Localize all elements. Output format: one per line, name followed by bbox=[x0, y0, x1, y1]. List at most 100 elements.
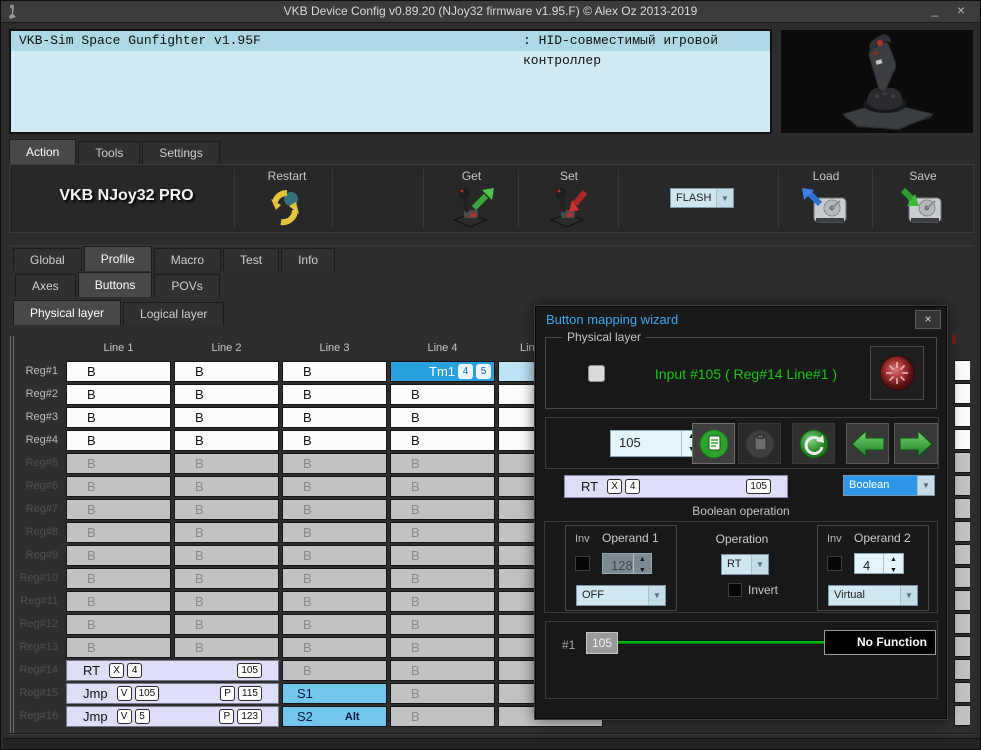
operand2-mode-select[interactable]: Virtual ▼ bbox=[828, 585, 918, 606]
button-cell[interactable]: B bbox=[390, 660, 495, 681]
mapping-summary-bar[interactable]: RT X 4 105 bbox=[564, 475, 788, 498]
button-cell[interactable]: B bbox=[390, 453, 495, 474]
invert-checkbox[interactable] bbox=[728, 583, 742, 597]
button-cell[interactable]: B bbox=[174, 522, 279, 543]
button-cell[interactable]: B bbox=[282, 499, 387, 520]
button-cell[interactable]: B bbox=[390, 430, 495, 451]
button-cell[interactable]: B bbox=[66, 591, 171, 612]
tab-info[interactable]: Info bbox=[281, 248, 335, 271]
tab-buttons[interactable]: Buttons bbox=[78, 272, 153, 297]
hidden-column-cell[interactable] bbox=[954, 383, 970, 404]
button-cell[interactable]: B bbox=[282, 614, 387, 635]
operand1-mode-select[interactable]: OFF ▼ bbox=[576, 585, 666, 606]
button-cell[interactable]: B bbox=[390, 545, 495, 566]
hidden-column-cell[interactable] bbox=[954, 498, 970, 519]
operand2-inv-checkbox[interactable] bbox=[827, 556, 842, 571]
button-cell[interactable]: B bbox=[174, 453, 279, 474]
button-cell[interactable]: B bbox=[174, 499, 279, 520]
button-cell[interactable]: B bbox=[390, 522, 495, 543]
button-cell[interactable]: B bbox=[390, 568, 495, 589]
spinner-arrows[interactable]: ▲▼ bbox=[883, 554, 903, 573]
hidden-column-cell[interactable] bbox=[954, 544, 970, 565]
button-cell[interactable]: B bbox=[390, 499, 495, 520]
save-icon[interactable] bbox=[897, 186, 943, 233]
button-cell[interactable]: B bbox=[282, 545, 387, 566]
function-type-select[interactable]: Boolean ▼ bbox=[843, 475, 935, 496]
button-cell[interactable]: B bbox=[174, 361, 279, 382]
button-cell[interactable]: B bbox=[66, 384, 171, 405]
tab-global[interactable]: Global bbox=[13, 248, 82, 271]
button-cell[interactable]: B bbox=[390, 683, 495, 704]
tab-macro[interactable]: Macro bbox=[154, 248, 221, 271]
hidden-column-cell[interactable] bbox=[954, 705, 970, 726]
hidden-column-cell[interactable] bbox=[954, 360, 970, 381]
operand2-value-spinner[interactable]: 4 ▲▼ bbox=[854, 553, 904, 574]
tab-tools[interactable]: Tools bbox=[78, 141, 140, 164]
button-cell[interactable]: B bbox=[174, 545, 279, 566]
shift-cell[interactable]: S1 bbox=[282, 683, 387, 704]
next-input-button[interactable] bbox=[894, 423, 938, 464]
button-cell[interactable]: B bbox=[174, 568, 279, 589]
tab-action[interactable]: Action bbox=[9, 139, 76, 164]
previous-input-button[interactable] bbox=[846, 423, 889, 464]
result-function-box[interactable]: No Function bbox=[824, 630, 936, 655]
set-icon[interactable] bbox=[547, 186, 591, 233]
button-cell[interactable]: B bbox=[390, 637, 495, 658]
button-cell[interactable]: B bbox=[390, 591, 495, 612]
reset-button[interactable] bbox=[792, 423, 835, 464]
button-cell[interactable]: B bbox=[174, 591, 279, 612]
button-cell[interactable]: B bbox=[174, 614, 279, 635]
tab-axes[interactable]: Axes bbox=[15, 274, 76, 297]
button-cell[interactable]: B bbox=[282, 660, 387, 681]
spinner-arrows[interactable]: ▲▼ bbox=[633, 554, 651, 573]
hidden-column-cell[interactable] bbox=[954, 682, 970, 703]
operand1-value-spinner[interactable]: 128 ▲▼ bbox=[602, 553, 652, 574]
button-cell[interactable]: B bbox=[390, 614, 495, 635]
button-cell[interactable]: B bbox=[174, 430, 279, 451]
button-cell[interactable]: B bbox=[390, 384, 495, 405]
mapping-cell[interactable]: JmpV105P115 bbox=[66, 683, 279, 704]
tab-physical-layer[interactable]: Physical layer bbox=[13, 300, 121, 325]
tab-settings[interactable]: Settings bbox=[142, 141, 219, 164]
hidden-column-cell[interactable] bbox=[954, 613, 970, 634]
hidden-column-cell[interactable] bbox=[954, 590, 970, 611]
button-cell[interactable]: B bbox=[390, 407, 495, 428]
button-cell[interactable]: B bbox=[66, 476, 171, 497]
dialog-close-button[interactable]: × bbox=[915, 310, 941, 329]
tab-logical-layer[interactable]: Logical layer bbox=[123, 302, 224, 325]
load-icon[interactable] bbox=[802, 186, 848, 233]
button-cell[interactable]: B bbox=[282, 361, 387, 382]
input-number-spinner[interactable]: 105 ▲▼ bbox=[610, 430, 702, 457]
button-cell[interactable]: B bbox=[390, 706, 495, 727]
button-cell[interactable]: B bbox=[174, 637, 279, 658]
button-cell[interactable]: B bbox=[66, 522, 171, 543]
button-cell[interactable]: B bbox=[66, 499, 171, 520]
tab-test[interactable]: Test bbox=[223, 248, 279, 271]
close-button[interactable]: × bbox=[950, 3, 972, 20]
hidden-column-cell[interactable] bbox=[954, 567, 970, 588]
get-icon[interactable] bbox=[450, 186, 494, 233]
shift-cell[interactable]: S2Alt bbox=[282, 706, 387, 727]
button-cell[interactable]: B bbox=[66, 407, 171, 428]
button-cell[interactable]: B bbox=[390, 476, 495, 497]
flash-select[interactable]: FLASH ▼ bbox=[670, 188, 734, 208]
tab-povs[interactable]: POVs bbox=[154, 274, 219, 297]
mapping-cell[interactable]: RTX4105 bbox=[66, 660, 279, 681]
mapping-cell[interactable]: JmpV5P123 bbox=[66, 706, 279, 727]
button-cell[interactable]: B bbox=[66, 453, 171, 474]
selected-button-cell[interactable]: Tm145 bbox=[390, 361, 495, 382]
button-cell[interactable]: B bbox=[282, 591, 387, 612]
button-cell[interactable]: B bbox=[282, 407, 387, 428]
button-cell[interactable]: B bbox=[174, 384, 279, 405]
hidden-column-cell[interactable] bbox=[954, 521, 970, 542]
hidden-column-cell[interactable] bbox=[954, 452, 970, 473]
tab-profile[interactable]: Profile bbox=[84, 246, 152, 271]
button-cell[interactable]: B bbox=[282, 522, 387, 543]
button-cell[interactable]: B bbox=[66, 361, 171, 382]
copy-button[interactable] bbox=[692, 423, 735, 464]
button-cell[interactable]: B bbox=[282, 453, 387, 474]
button-cell[interactable]: B bbox=[174, 407, 279, 428]
hidden-column-cell[interactable] bbox=[954, 475, 970, 496]
button-cell[interactable]: B bbox=[66, 568, 171, 589]
paste-button[interactable] bbox=[738, 423, 781, 464]
